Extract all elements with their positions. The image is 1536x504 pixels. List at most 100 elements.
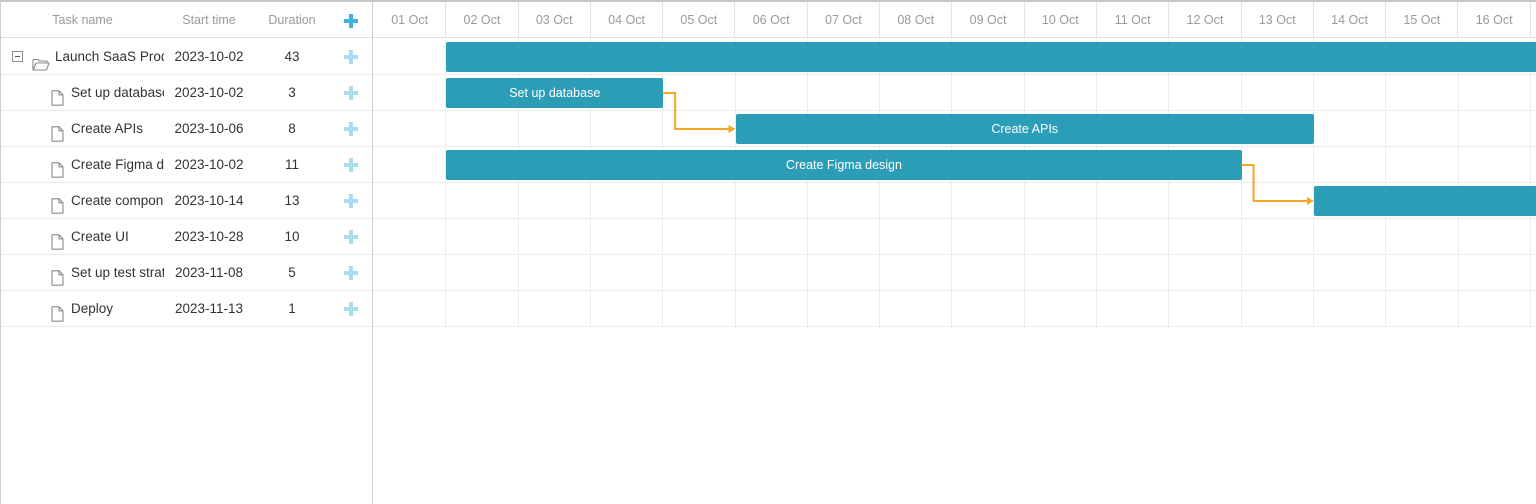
task-name: Set up test strategy <box>71 265 164 280</box>
task-name-cell[interactable]: Set up database <box>1 75 164 110</box>
task-start-cell[interactable]: 2023-10-06 <box>164 111 254 146</box>
column-header-duration[interactable]: Duration <box>254 2 330 38</box>
scale-date-cell: 07 Oct <box>808 2 881 38</box>
task-row[interactable]: Create APIs 2023-10-06 8 <box>1 111 372 147</box>
timeline-row <box>374 291 1536 327</box>
task-name-cell[interactable]: Deploy <box>1 291 164 326</box>
scale-date-cell: 12 Oct <box>1169 2 1242 38</box>
file-icon <box>51 84 64 106</box>
task-duration-cell[interactable]: 8 <box>254 111 330 146</box>
task-row[interactable]: Launch SaaS Product2023-10-0243 <box>1 39 372 75</box>
task-name: Create APIs <box>71 121 144 136</box>
add-cell <box>330 291 372 326</box>
gridline <box>879 39 881 328</box>
task-name: Create UI <box>71 229 129 244</box>
gridline <box>1529 39 1531 328</box>
task-name-cell[interactable]: Create APIs <box>1 111 164 146</box>
add-subtask-plus-icon[interactable] <box>344 302 358 317</box>
scale-date-cell: 01 Oct <box>374 2 447 38</box>
task-duration-cell[interactable]: 43 <box>254 39 330 74</box>
column-header-task-name[interactable]: Task name <box>1 2 164 38</box>
task-name-cell[interactable]: Create UI <box>1 219 164 254</box>
task-duration-cell[interactable]: 3 <box>254 75 330 110</box>
gridline <box>1096 39 1097 328</box>
scale-date-cell: 14 Oct <box>1314 2 1387 38</box>
task-name: Set up database <box>71 85 164 100</box>
file-icon <box>51 264 64 286</box>
gridline <box>806 39 808 328</box>
grid-rows: Launch SaaS Product2023-10-0243Set up da… <box>1 39 372 327</box>
task-bar[interactable]: Create Figma design <box>446 150 1242 180</box>
scale-date-cell: 05 Oct <box>663 2 736 38</box>
task-bar[interactable]: Create APIs <box>735 114 1314 144</box>
task-duration-cell[interactable]: 10 <box>254 219 330 254</box>
add-subtask-plus-icon[interactable] <box>344 50 358 65</box>
task-name-cell[interactable]: Set up test strategy <box>1 255 164 290</box>
task-start-cell[interactable]: 2023-11-08 <box>164 255 254 290</box>
grid-header: Task name Start time Duration <box>1 2 372 38</box>
file-icon <box>51 120 64 142</box>
scale-date-cell: 04 Oct <box>591 2 664 38</box>
task-row[interactable]: Create Figma design2023-10-0211 <box>1 147 372 183</box>
scale-date-cell: 10 Oct <box>1025 2 1097 38</box>
folder-open-icon <box>32 49 50 71</box>
task-row[interactable]: Deploy 2023-11-13 1 <box>1 291 372 327</box>
task-bar[interactable] <box>446 42 1536 72</box>
task-name-cell[interactable]: Create components <box>1 183 164 218</box>
add-subtask-plus-icon[interactable] <box>344 158 358 173</box>
add-subtask-plus-icon[interactable] <box>344 230 358 245</box>
task-start-cell[interactable]: 2023-10-02 <box>164 147 254 182</box>
task-duration-cell[interactable]: 5 <box>254 255 330 290</box>
add-cell <box>330 219 372 254</box>
scale-date-cell: 15 Oct <box>1386 2 1459 38</box>
add-subtask-plus-icon[interactable] <box>344 86 358 101</box>
task-row[interactable]: Set up test strategy2023-11-085 <box>1 255 372 291</box>
task-bar[interactable] <box>1313 186 1536 216</box>
task-start-cell[interactable]: 2023-10-02 <box>164 75 254 110</box>
add-subtask-plus-icon[interactable] <box>344 122 358 137</box>
task-start-cell[interactable]: 2023-11-13 <box>164 291 254 326</box>
task-row[interactable]: Set up database 2023-10-02 3 <box>1 75 372 111</box>
add-cell <box>330 111 372 146</box>
gridline <box>734 39 736 328</box>
add-cell <box>330 39 372 74</box>
gridline <box>951 39 953 328</box>
scale-date-cell: 02 Oct <box>446 2 519 38</box>
column-header-start-time[interactable]: Start time <box>164 2 254 38</box>
task-grid: Task name Start time Duration Launch Saa… <box>1 2 373 504</box>
gridline <box>1168 39 1170 328</box>
add-cell <box>330 75 372 110</box>
add-cell <box>330 183 372 218</box>
task-duration-cell[interactable]: 1 <box>254 291 330 326</box>
column-header-add <box>330 2 372 38</box>
scale-date-cell: 09 Oct <box>952 2 1025 38</box>
gridline <box>1023 39 1025 328</box>
gridline <box>1312 39 1314 328</box>
task-name-cell[interactable]: Launch SaaS Product <box>1 39 164 74</box>
task-row[interactable]: Create components2023-10-1413 <box>1 183 372 219</box>
collapse-toggle-icon[interactable] <box>12 51 23 62</box>
task-name: Create Figma design <box>71 157 164 172</box>
task-start-cell[interactable]: 2023-10-14 <box>164 183 254 218</box>
scale-date-cell: 13 Oct <box>1242 2 1314 38</box>
task-name: Deploy <box>71 301 114 316</box>
task-name-cell[interactable]: Create Figma design <box>1 147 164 182</box>
scale-date-cell: 11 Oct <box>1097 2 1170 38</box>
scale-date-cell: 08 Oct <box>880 2 953 38</box>
task-start-cell[interactable]: 2023-10-02 <box>164 39 254 74</box>
file-icon <box>51 300 64 322</box>
add-subtask-plus-icon[interactable] <box>344 266 358 281</box>
add-task-plus-icon[interactable] <box>344 13 358 28</box>
add-cell <box>330 147 372 182</box>
gridline <box>1385 39 1387 328</box>
timeline-row <box>374 219 1536 255</box>
add-subtask-plus-icon[interactable] <box>344 194 358 209</box>
file-icon <box>51 192 64 214</box>
task-duration-cell[interactable]: 13 <box>254 183 330 218</box>
task-bar[interactable]: Set up database <box>446 78 664 108</box>
task-row[interactable]: Create UI 2023-10-28 10 <box>1 219 372 255</box>
task-duration-cell[interactable]: 11 <box>254 147 330 182</box>
scale-date-cell: 03 Oct <box>519 2 591 38</box>
add-cell <box>330 255 372 290</box>
task-start-cell[interactable]: 2023-10-28 <box>164 219 254 254</box>
